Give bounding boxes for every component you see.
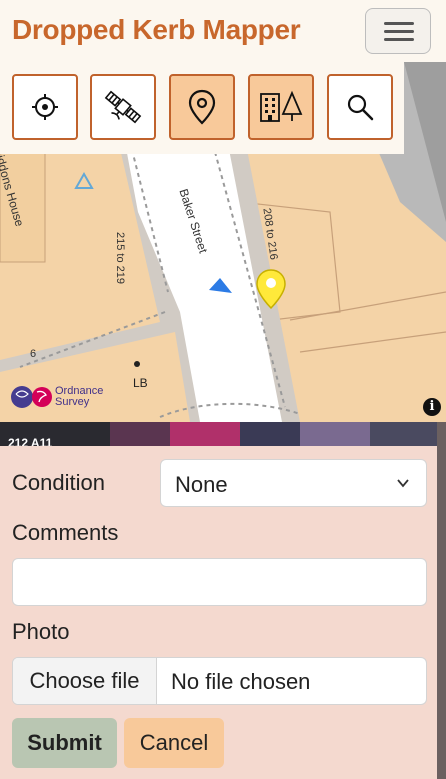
submit-button[interactable]: Submit <box>12 718 117 768</box>
form-scrollbar[interactable] <box>437 422 446 779</box>
hamburger-icon <box>384 22 414 25</box>
app-title[interactable]: Dropped Kerb Mapper <box>12 14 301 46</box>
map-pin-marker-icon <box>256 269 286 310</box>
map-label-lb: LB <box>133 376 148 390</box>
condition-selected-value: None <box>175 472 228 497</box>
ordnance-survey-logo-icon <box>11 386 52 408</box>
choose-file-button[interactable]: Choose file <box>13 658 157 704</box>
map-info-icon[interactable]: i <box>423 398 441 416</box>
search-icon <box>347 94 374 121</box>
satellite-icon <box>104 90 142 124</box>
ordnance-survey-attribution[interactable]: Ordnance Survey <box>10 384 103 410</box>
locate-crosshair-icon <box>32 94 58 120</box>
map-label-6: 6 <box>30 348 37 360</box>
chevron-down-icon <box>397 479 409 488</box>
buildings-trees-icon <box>260 90 303 122</box>
menu-toggle-button[interactable] <box>365 8 431 54</box>
map-toolbar <box>0 62 404 154</box>
map-label-215-219: 215 to 219 <box>114 232 126 284</box>
comments-input[interactable] <box>12 558 427 606</box>
locate-me-button[interactable] <box>12 74 78 140</box>
condition-select[interactable]: None <box>160 459 427 507</box>
condition-label: Condition <box>12 470 105 495</box>
buildings-layer-button[interactable] <box>248 74 314 140</box>
photo-label: Photo <box>12 619 70 644</box>
ordnance-survey-text: Ordnance Survey <box>55 385 104 408</box>
file-status-text: No file chosen <box>171 669 311 694</box>
search-button[interactable] <box>327 74 393 140</box>
map-pin-icon <box>188 89 216 125</box>
satellite-layer-button[interactable] <box>90 74 156 140</box>
photo-file-input[interactable]: Choose file No file chosen <box>12 657 427 705</box>
kerb-location-marker[interactable] <box>255 268 287 310</box>
comments-label: Comments <box>12 520 119 545</box>
add-kerb-pin-button[interactable] <box>169 74 235 140</box>
cancel-button[interactable]: Cancel <box>124 718 224 768</box>
navbar: Dropped Kerb Mapper <box>0 0 446 66</box>
